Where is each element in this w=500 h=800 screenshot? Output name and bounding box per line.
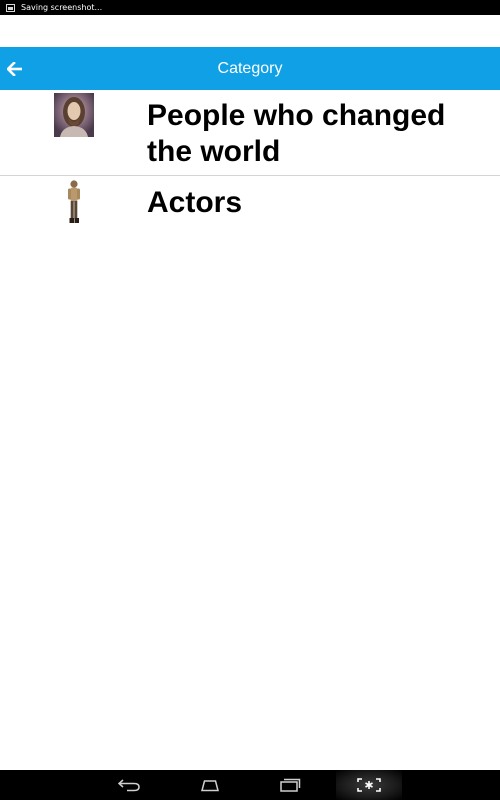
page-title: Category — [217, 60, 283, 77]
category-label: Actors — [147, 186, 243, 219]
system-nav-bar — [0, 770, 500, 800]
category-label: People who changed the world — [147, 99, 446, 168]
screenshot-icon — [357, 778, 381, 792]
list-item-people-who-changed-the-world[interactable]: People who changed the world — [0, 90, 500, 176]
status-text: Saving screenshot... — [21, 3, 103, 12]
nav-screenshot-button[interactable] — [336, 770, 402, 800]
actor-figure-thumbnail-icon — [68, 180, 80, 223]
home-icon — [201, 780, 219, 792]
category-list: People who changed the world Actors — [0, 90, 500, 226]
list-item-actors[interactable]: Actors — [0, 176, 500, 226]
nav-back-button[interactable] — [108, 770, 152, 800]
status-bar: Saving screenshot... — [0, 0, 500, 15]
screenshot-notification-icon — [6, 3, 15, 12]
recent-apps-icon — [280, 778, 301, 792]
back-icon — [118, 779, 140, 792]
nav-home-button[interactable] — [188, 770, 232, 800]
portrait-thumbnail-icon — [54, 93, 94, 137]
nav-recent-apps-button[interactable] — [268, 770, 312, 800]
action-bar: Category — [0, 47, 500, 90]
